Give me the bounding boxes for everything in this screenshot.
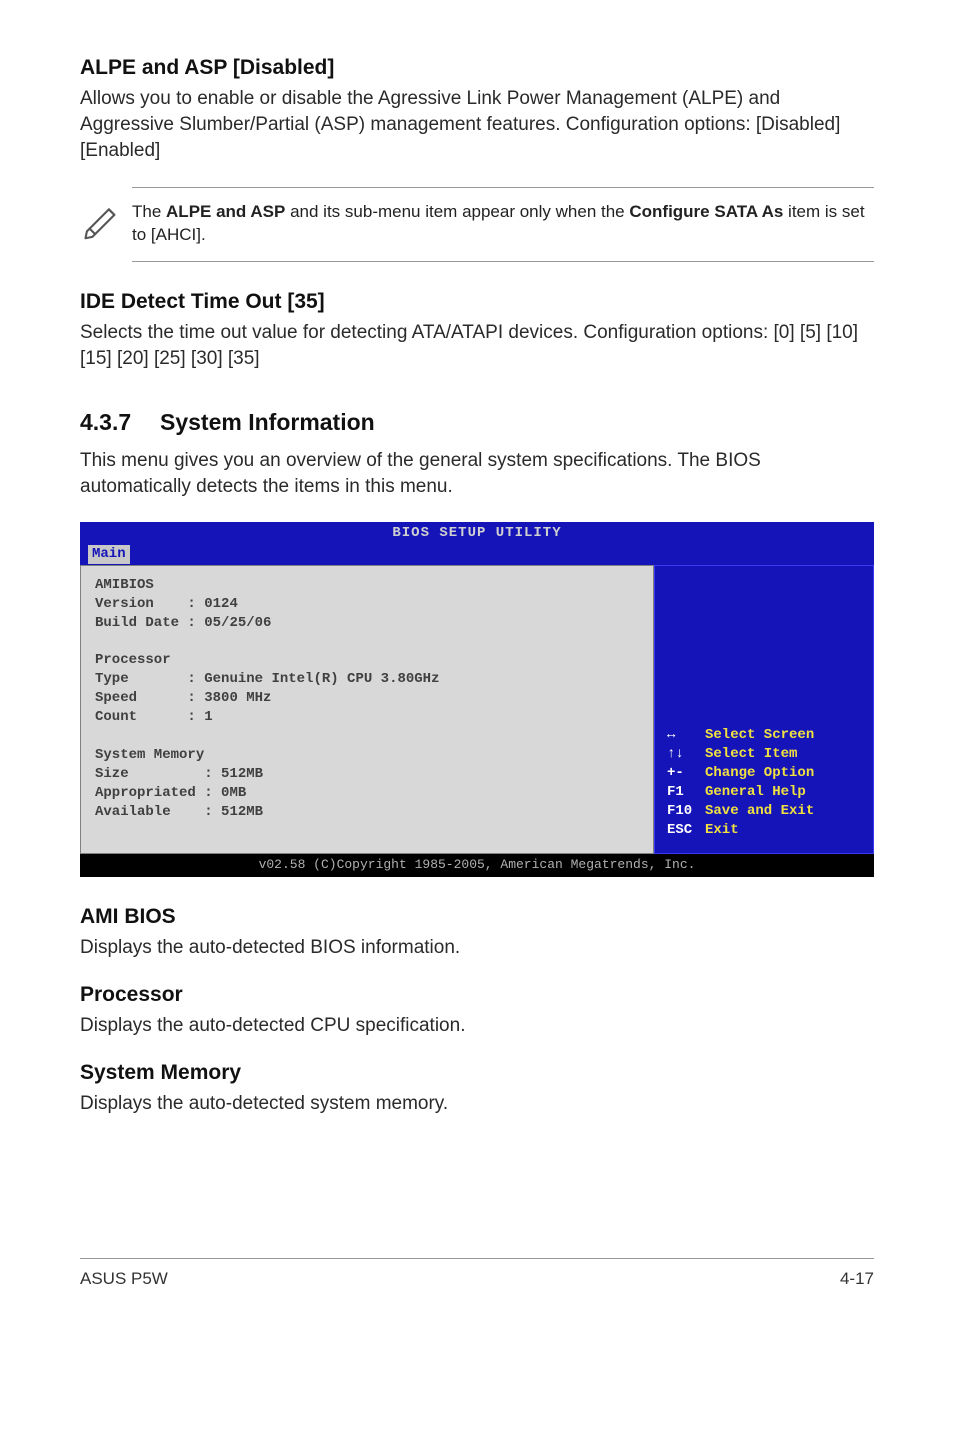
note-text: The ALPE and ASP and its sub-menu item a… <box>132 187 874 263</box>
pencil-icon <box>80 187 132 246</box>
footer-page-number: 4-17 <box>840 1269 874 1289</box>
ide-body: Selects the time out value for detecting… <box>80 320 874 372</box>
bios-tabbar: Main <box>80 545 874 565</box>
sysmem-body: Displays the auto-detected system memory… <box>80 1091 874 1117</box>
amibios-body: Displays the auto-detected BIOS informat… <box>80 935 874 961</box>
section-heading: 4.3.7System Information <box>80 409 874 436</box>
page-footer: ASUS P5W 4-17 <box>80 1258 874 1289</box>
note-box: The ALPE and ASP and its sub-menu item a… <box>80 187 874 263</box>
footer-model: ASUS P5W <box>80 1269 168 1289</box>
bios-title: BIOS SETUP UTILITY <box>80 522 874 545</box>
bios-screenshot: BIOS SETUP UTILITY Main AMIBIOS Version … <box>80 522 874 877</box>
bios-tab-main: Main <box>88 545 130 564</box>
bios-copyright: v02.58 (C)Copyright 1985-2005, American … <box>80 854 874 877</box>
sysmem-heading: System Memory <box>80 1061 874 1085</box>
amibios-heading: AMI BIOS <box>80 905 874 929</box>
processor-body: Displays the auto-detected CPU specifica… <box>80 1013 874 1039</box>
ide-title: IDE Detect Time Out [35] <box>80 290 874 314</box>
bios-help-panel: ↔Select Screen ↑↓Select Item +-Change Op… <box>654 565 874 855</box>
bios-key-hints: ↔Select Screen ↑↓Select Item +-Change Op… <box>667 726 814 839</box>
processor-heading: Processor <box>80 983 874 1007</box>
bios-info-panel: AMIBIOS Version : 0124 Build Date : 05/2… <box>80 565 654 855</box>
alpe-title: ALPE and ASP [Disabled] <box>80 56 874 80</box>
alpe-body: Allows you to enable or disable the Agre… <box>80 86 874 165</box>
section-intro: This menu gives you an overview of the g… <box>80 448 874 500</box>
